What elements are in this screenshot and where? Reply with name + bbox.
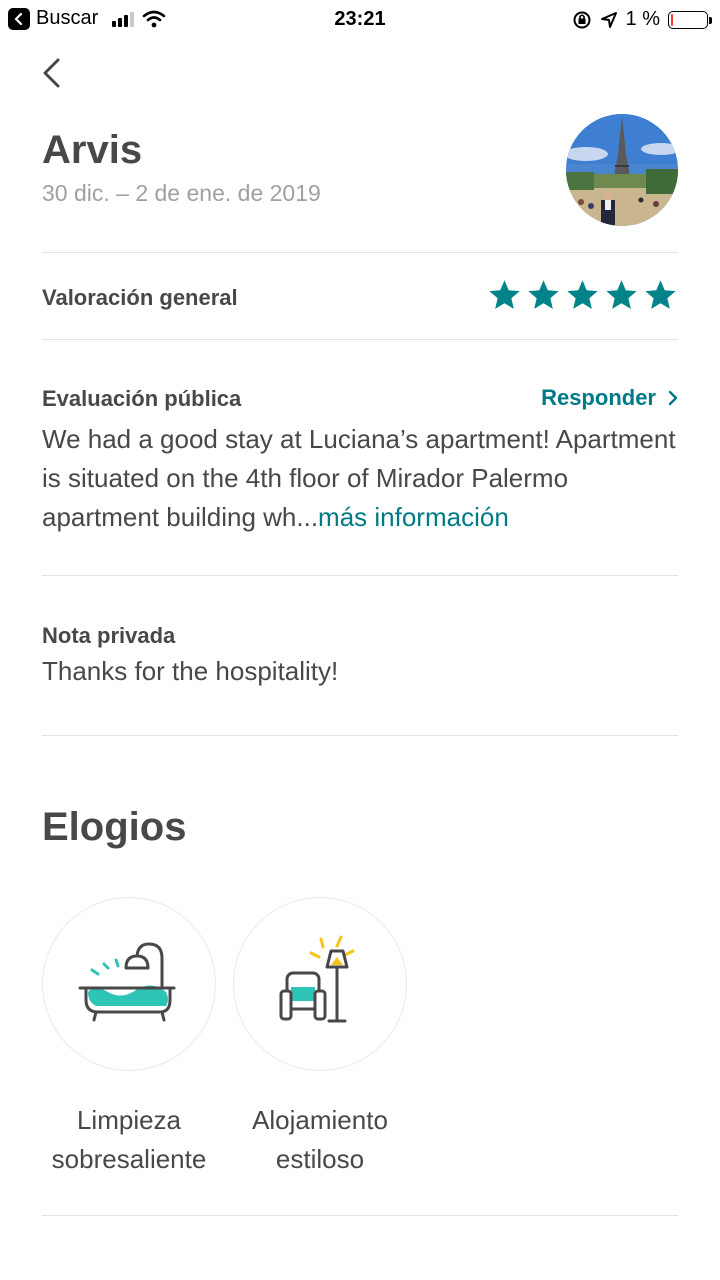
divider <box>42 735 678 736</box>
stay-dates: 30 dic. – 2 de ene. de 2019 <box>42 180 321 206</box>
more-info-link[interactable]: más información <box>318 502 509 532</box>
star-icon <box>489 280 520 309</box>
star-icon <box>645 280 676 309</box>
public-review-label: Evaluación pública <box>42 386 242 411</box>
guest-name: Arvis <box>42 128 143 172</box>
reply-label: Responder <box>541 385 656 410</box>
divider <box>42 1215 678 1216</box>
battery-level <box>671 13 673 26</box>
private-note-text: Thanks for the hospitality! <box>42 656 339 686</box>
private-note-label: Nota privada <box>42 623 176 648</box>
badge-circle <box>42 897 216 1071</box>
divider <box>42 575 678 576</box>
compliment-badge-cleanliness[interactable]: Limpieza sobresaliente <box>42 897 216 1179</box>
bathtub-icon <box>78 942 176 1022</box>
chevron-right-icon <box>668 390 678 406</box>
star-icon <box>606 280 637 309</box>
compliments-title: Elogios <box>42 805 187 849</box>
star-icon <box>567 280 598 309</box>
public-review-text: We had a good stay at Luciana’s apartmen… <box>42 420 682 537</box>
divider <box>42 252 678 253</box>
reply-button[interactable]: Responder <box>541 385 678 411</box>
armchair-lamp-icon <box>279 935 355 1023</box>
battery-icon <box>668 10 712 29</box>
divider <box>42 339 678 340</box>
location-icon <box>600 11 617 28</box>
battery-percent: 1 % <box>625 8 660 30</box>
badge-circle <box>233 897 407 1071</box>
orientation-lock-icon <box>573 11 591 28</box>
compliment-label: Alojamiento estiloso <box>252 1105 388 1174</box>
rating-stars <box>487 278 678 313</box>
avatar[interactable] <box>566 114 678 226</box>
star-icon <box>528 280 559 309</box>
overall-rating-label: Valoración general <box>42 285 238 310</box>
back-arrow-icon[interactable] <box>36 54 70 92</box>
compliment-badge-stylish[interactable]: Alojamiento estiloso <box>233 897 407 1179</box>
status-bar: Buscar 23:21 1 % <box>0 0 720 38</box>
compliment-label: Limpieza sobresaliente <box>51 1105 207 1174</box>
